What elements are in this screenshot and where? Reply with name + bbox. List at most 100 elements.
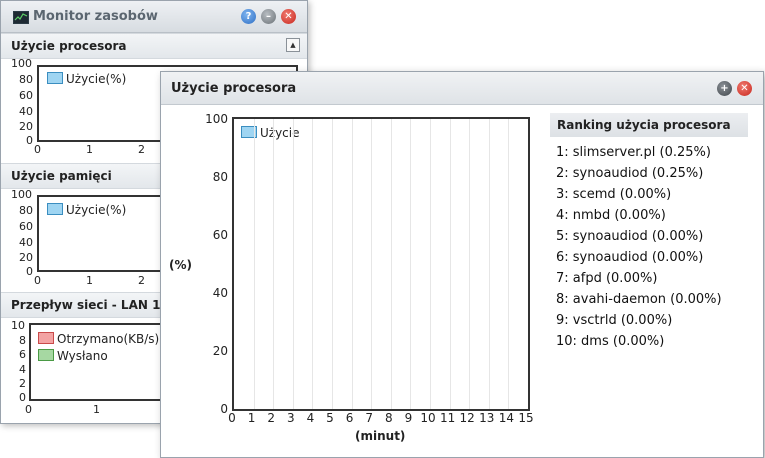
y-tick-label: 60	[212, 228, 228, 242]
cpu-ranking-header: Ranking użycia procesora	[550, 113, 748, 137]
mem-ytick: 20	[19, 251, 33, 264]
minimize-icon[interactable]: –	[261, 9, 276, 24]
resource-monitor-titlebar[interactable]: Monitor zasobów ? – ✕	[1, 1, 307, 33]
list-item: 9: vsctrld (0.00%)	[556, 313, 673, 328]
grid-line-vertical	[449, 119, 451, 409]
cpu-ytick: 80	[19, 73, 33, 86]
legend-label: Użycie(%)	[66, 203, 127, 217]
cpu-usage-chart: Użycie	[232, 117, 530, 411]
mem-ytick: 60	[19, 220, 33, 233]
x-tick-label: 9	[404, 411, 413, 425]
cpu-ytick: 20	[19, 120, 33, 133]
x-tick-label: 5	[326, 411, 334, 425]
x-tick-label: 0	[228, 411, 236, 425]
network-legend-received: Otrzymano(KB/s)	[38, 332, 159, 346]
mem-ytick: 0	[26, 265, 33, 278]
cpu-section-header[interactable]: Użycie procesora ▲	[1, 33, 307, 59]
x-tick-label: 4	[306, 411, 315, 425]
cpu-usage-titlebar[interactable]: Użycie procesora + ✕	[161, 72, 763, 105]
x-tick-label: 13	[479, 411, 495, 425]
grid-line-vertical	[292, 119, 294, 409]
legend-label: Wysłano	[57, 349, 108, 363]
legend-swatch	[47, 72, 63, 84]
y-axis-label: (%)	[169, 258, 192, 272]
mem-xtick: 0	[34, 274, 41, 287]
x-tick-label: 1	[247, 411, 256, 425]
memory-legend: Użycie(%)	[47, 203, 126, 217]
grid-line-vertical	[430, 119, 431, 409]
x-tick-label: 15	[518, 411, 534, 425]
mem-xtick: 2	[138, 274, 145, 287]
cpu-ytick: 100	[11, 57, 32, 70]
list-item: 7: afpd (0.00%)	[556, 271, 658, 286]
resource-monitor-title: Monitor zasobów	[33, 9, 158, 24]
grid-line-vertical	[253, 119, 255, 409]
y-tick-label: 80	[212, 170, 228, 184]
x-tick-label: 8	[384, 411, 393, 425]
collapse-icon[interactable]: ▲	[286, 38, 300, 52]
cpu-ranking-title: Ranking użycia procesora	[557, 118, 731, 132]
x-tick-label: 10	[420, 411, 436, 425]
list-item: 5: synoaudiod (0.00%)	[556, 229, 704, 244]
grid-line-vertical	[312, 119, 314, 409]
chart-legend: Użycie	[241, 126, 300, 140]
cpu-ytick: 40	[19, 105, 33, 118]
mem-ytick: 100	[11, 188, 32, 201]
x-tick-label: 14	[498, 411, 515, 425]
mem-xtick: 1	[86, 274, 93, 287]
net-ytick: 6	[19, 348, 26, 361]
network-section-title: Przepływ sieci - LAN 1	[11, 298, 161, 312]
grid-line-vertical	[332, 119, 333, 409]
y-tick-label: 100	[205, 112, 228, 126]
legend-swatch	[38, 349, 54, 361]
zoom-icon[interactable]: +	[717, 81, 732, 96]
x-tick-label: 11	[439, 411, 456, 425]
list-item: 1: slimserver.pl (0.25%)	[556, 145, 711, 160]
list-item: 3: scemd (0.00%)	[556, 187, 672, 202]
legend-swatch	[47, 203, 63, 215]
x-tick-label: 7	[365, 411, 373, 425]
cpu-usage-title: Użycie procesora	[171, 81, 297, 96]
cpu-xtick: 2	[138, 143, 145, 156]
list-item: 2: synoaudiod (0.25%)	[556, 166, 704, 181]
network-legend-sent: Wysłano	[38, 349, 108, 363]
net-xtick: 1	[93, 403, 100, 416]
list-item: 10: dms (0.00%)	[556, 334, 665, 349]
monitor-app-icon	[13, 11, 29, 24]
list-item: 6: synoaudiod (0.00%)	[556, 250, 704, 265]
list-item: 8: avahi-daemon (0.00%)	[556, 292, 722, 307]
grid-line-vertical	[390, 119, 392, 409]
grid-line-vertical	[371, 119, 373, 409]
grid-line-vertical	[351, 119, 353, 409]
net-ytick: 4	[19, 363, 26, 376]
cpu-legend: Użycie(%)	[47, 72, 126, 86]
close-icon[interactable]: ✕	[737, 81, 752, 96]
mem-ytick: 40	[19, 236, 33, 249]
net-ytick: 10	[11, 319, 25, 332]
cpu-section-title: Użycie procesora	[11, 39, 127, 53]
y-tick-label: 40	[212, 286, 228, 300]
cpu-usage-window[interactable]: Użycie procesora + ✕ (%) Użycie (minut) …	[160, 71, 764, 458]
x-tick-label: 6	[345, 411, 354, 425]
net-ytick: 2	[19, 377, 26, 390]
legend-label: Otrzymano(KB/s)	[57, 332, 160, 346]
y-tick-label: 20	[212, 344, 228, 358]
mem-ytick: 80	[19, 204, 33, 217]
memory-section-title: Użycie pamięci	[11, 169, 112, 183]
cpu-xtick: 1	[86, 143, 93, 156]
grid-line-vertical	[508, 119, 510, 409]
legend-swatch	[241, 126, 257, 138]
list-item: 4: nmbd (0.00%)	[556, 208, 666, 223]
grid-line-vertical	[469, 119, 471, 409]
legend-label: Użycie(%)	[66, 72, 127, 86]
legend-swatch	[38, 332, 54, 344]
x-tick-label: 3	[286, 411, 295, 425]
help-icon[interactable]: ?	[241, 9, 256, 24]
cpu-ytick: 60	[19, 89, 33, 102]
cpu-xtick: 0	[34, 143, 41, 156]
net-ytick: 8	[19, 334, 26, 347]
close-icon[interactable]: ✕	[281, 9, 296, 24]
cpu-ranking-list: 1: slimserver.pl (0.25%) 2: synoaudiod (…	[556, 145, 722, 355]
grid-line-vertical	[410, 119, 412, 409]
net-xtick: 0	[25, 403, 32, 416]
